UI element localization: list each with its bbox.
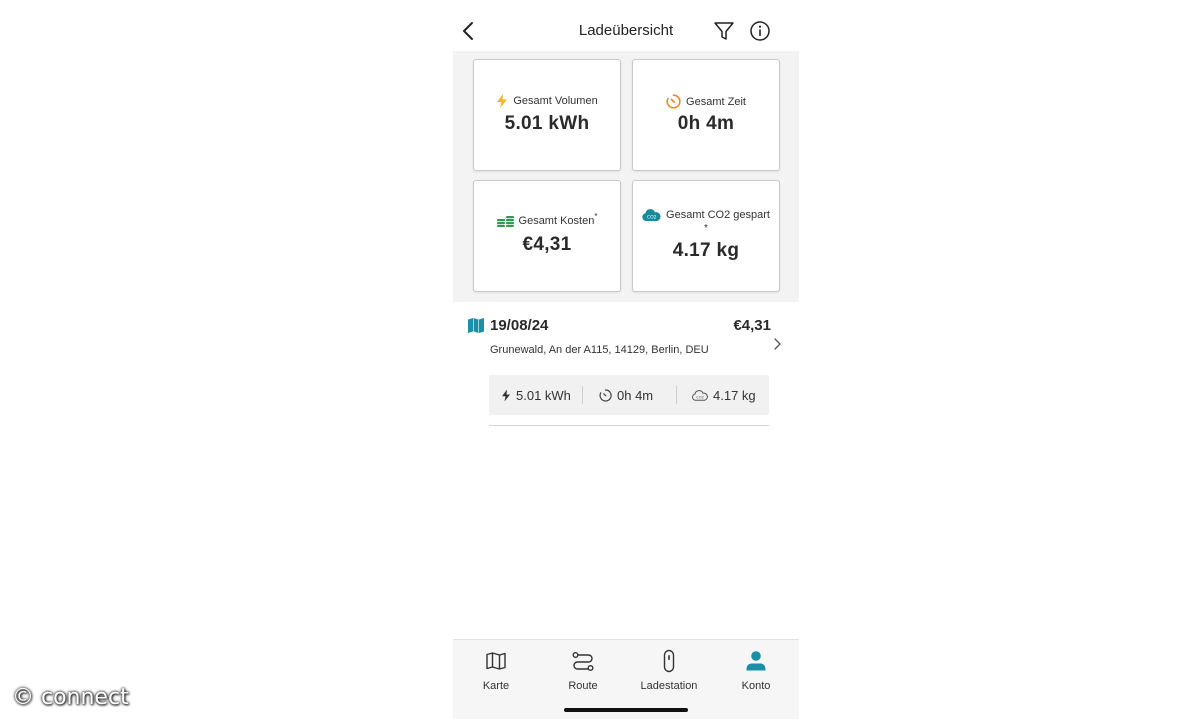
filter-icon[interactable] (713, 20, 735, 42)
session-time: 0h 4m (599, 375, 653, 415)
total-time-value: 0h 4m (677, 113, 735, 134)
total-co2-value: 4.17 kg (672, 240, 740, 261)
session-price: €4,31 (733, 317, 771, 334)
stat-divider (676, 386, 677, 404)
total-cost-value: €4,31 (522, 234, 572, 255)
route-icon (572, 652, 594, 672)
chevron-right-icon[interactable] (771, 336, 783, 352)
total-volume-card: Gesamt Volumen 5.01 kWh (473, 59, 621, 171)
total-co2-label: Gesamt CO2 gespart (666, 209, 770, 221)
app-screen: Ladeübersicht Gesamt Volumen 5.01 kWh Ge… (453, 0, 799, 719)
svg-text:CO2: CO2 (647, 214, 657, 220)
lightning-icon (497, 94, 508, 108)
timer-outline-icon (599, 388, 612, 402)
total-co2-card: CO2 Gesamt CO2 gespart * 4.17 kg (632, 180, 780, 292)
total-volume-value: 5.01 kWh (504, 113, 590, 134)
lightning-outline-icon (502, 389, 510, 401)
tab-label-ladestation: Ladestation (640, 680, 698, 692)
tab-label-route: Route (568, 680, 598, 692)
coins-icon (496, 216, 514, 227)
tab-label-konto: Konto (741, 680, 771, 692)
tab-label-karte: Karte (482, 680, 510, 692)
session-stats-bar: 5.01 kWh 0h 4m CO2 4.17 kg (489, 375, 769, 415)
person-icon (746, 651, 766, 671)
page-title: Ladeübersicht (578, 22, 674, 39)
tab-konto[interactable]: Konto (713, 640, 799, 702)
session-address: Grunewald, An der A115, 14129, Berlin, D… (490, 344, 709, 356)
svg-text:CO2: CO2 (696, 395, 704, 399)
total-time-label: Gesamt Zeit (686, 95, 746, 108)
session-volume: 5.01 kWh (501, 375, 571, 415)
map-icon (468, 318, 484, 333)
stat-divider (582, 386, 583, 404)
session-co2: CO2 4.17 kg (692, 375, 756, 415)
total-cost-label: Gesamt Kosten (518, 215, 595, 227)
total-co2-asterisk: * (704, 223, 708, 234)
charging-session-item[interactable]: 19/08/24 €4,31 Grunewald, An der A115, 1… (453, 302, 799, 442)
tab-route[interactable]: Route (540, 640, 626, 702)
bottom-tab-bar: Karte Route Ladestation Konto (453, 639, 799, 719)
tab-ladestation[interactable]: Ladestation (626, 640, 712, 702)
co2-cloud-outline-icon: CO2 (692, 389, 708, 401)
total-volume-label: Gesamt Volumen (513, 95, 598, 107)
total-cost-asterisk: * (594, 212, 598, 221)
co2-cloud-icon: CO2 (642, 209, 661, 221)
session-co2-value: 4.17 kg (713, 387, 756, 403)
charger-icon (663, 649, 675, 673)
session-date: 19/08/24 (490, 317, 549, 334)
total-time-card: Gesamt Zeit 0h 4m (632, 59, 780, 171)
summary-panel: Gesamt Volumen 5.01 kWh Gesamt Zeit 0h 4… (453, 51, 799, 302)
timer-icon (666, 94, 681, 109)
info-icon[interactable] (749, 20, 771, 42)
session-volume-value: 5.01 kWh (516, 387, 571, 403)
home-indicator[interactable] (564, 708, 688, 712)
session-time-value: 0h 4m (617, 387, 654, 403)
header: Ladeübersicht (453, 0, 799, 51)
watermark: © connect (12, 685, 129, 710)
tab-karte[interactable]: Karte (453, 640, 539, 702)
session-divider (489, 425, 769, 426)
total-cost-card: Gesamt Kosten* €4,31 (473, 180, 621, 292)
map-icon (486, 652, 506, 670)
